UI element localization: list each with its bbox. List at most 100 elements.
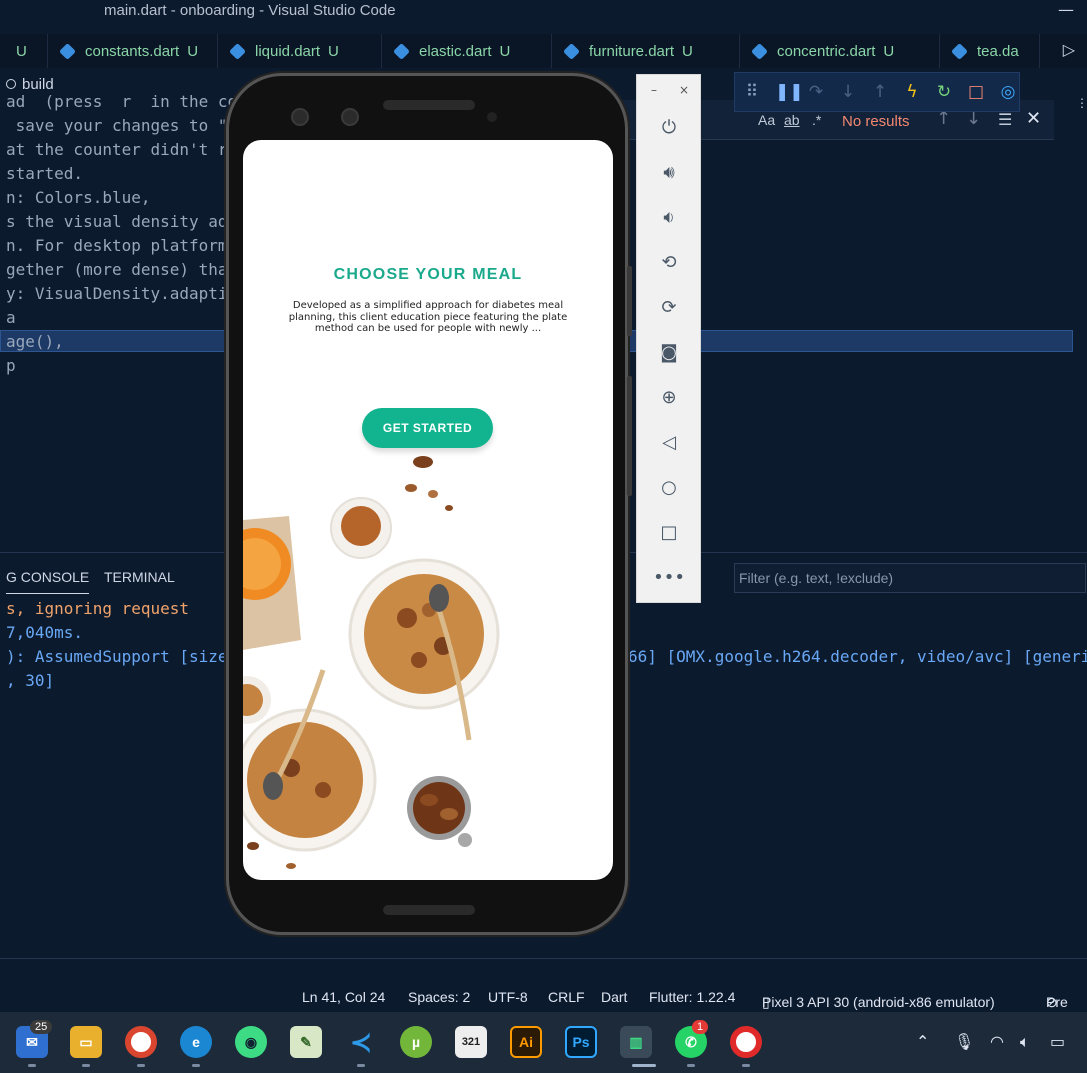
emulator-icon[interactable]: ▥: [620, 1026, 652, 1058]
get-started-button[interactable]: GET STARTED: [362, 408, 493, 448]
volume-down-icon[interactable]: 🔉︎: [655, 203, 683, 231]
top-speaker: [383, 100, 475, 110]
pause-icon[interactable]: ❚❚: [775, 82, 804, 102]
method-icon: [6, 79, 16, 89]
illustrator-icon[interactable]: Ai: [510, 1026, 542, 1058]
step-over-icon[interactable]: ↷: [807, 82, 825, 102]
emulator-toolbar: – × ⏻ 🔊︎ 🔉︎ ⟲ ⟳ ◙ ⊕ ◁ ○ □ •••: [636, 74, 701, 603]
volume-icon[interactable]: 🔈︎: [1020, 1032, 1030, 1052]
edge-icon[interactable]: e: [180, 1026, 212, 1058]
status-bar: Ln 41, Col 24 Spaces: 2 UTF-8 CRLF Dart …: [0, 984, 1087, 1012]
tab-terminal[interactable]: TERMINAL: [104, 569, 175, 585]
emulator-minimize-button[interactable]: –: [651, 83, 657, 97]
encoding[interactable]: UTF-8: [488, 989, 528, 1005]
tab-main[interactable]: U: [0, 34, 48, 68]
whole-word-toggle[interactable]: ab: [784, 112, 800, 128]
line-ending[interactable]: CRLF: [548, 989, 585, 1005]
tab-label: elastic.dart: [419, 42, 492, 60]
dart-file-icon: [393, 42, 410, 60]
running-indicator: [28, 1064, 36, 1067]
utorrent-icon[interactable]: µ: [400, 1026, 432, 1058]
tab-status: U: [187, 42, 199, 60]
cursor-position[interactable]: Ln 41, Col 24: [302, 989, 385, 1005]
overview-icon[interactable]: □: [655, 518, 683, 546]
indentation[interactable]: Spaces: 2: [408, 989, 470, 1005]
file-explorer-icon[interactable]: ▭: [70, 1026, 102, 1058]
tab-status: U: [16, 42, 27, 60]
minimap-indicator: ⋮: [1076, 96, 1087, 110]
chevron-up-icon[interactable]: ⌃: [916, 1032, 929, 1051]
running-indicator: [687, 1064, 695, 1067]
devtools-icon[interactable]: ◎: [999, 82, 1017, 102]
tab-label: liquid.dart: [255, 42, 321, 60]
running-indicator: [137, 1064, 145, 1067]
tab-tea[interactable]: tea.da: [940, 34, 1040, 68]
console-line: ): AssumedSupport [size: [6, 647, 228, 666]
tab-status: U: [499, 42, 511, 60]
photoshop-icon[interactable]: Ps: [565, 1026, 597, 1058]
minimize-button[interactable]: —: [1058, 0, 1074, 19]
tab-label: concentric.dart: [777, 42, 876, 60]
rotate-left-icon[interactable]: ⟲: [655, 248, 683, 276]
tab-furniture[interactable]: furniture.dart U: [552, 34, 740, 68]
close-icon[interactable]: ✕: [1026, 108, 1041, 129]
power-icon[interactable]: ⏻: [655, 113, 683, 141]
tab-elastic[interactable]: elastic.dart U: [382, 34, 552, 68]
active-indicator: [632, 1064, 656, 1067]
step-into-icon[interactable]: ↓: [839, 82, 857, 102]
match-case-toggle[interactable]: Aa: [758, 112, 775, 128]
title-bar: main.dart - onboarding - Visual Studio C…: [0, 0, 1087, 24]
tab-liquid[interactable]: liquid.dart U: [218, 34, 382, 68]
stop-icon[interactable]: □: [967, 82, 985, 102]
running-indicator: [357, 1064, 365, 1067]
drag-handle-icon[interactable]: ⠿: [743, 82, 761, 102]
zoom-icon[interactable]: ⊕: [655, 383, 683, 411]
notepad-icon[interactable]: ✎: [290, 1026, 322, 1058]
code-line: started.: [6, 164, 84, 183]
regex-toggle[interactable]: .*: [812, 112, 821, 128]
hot-reload-icon[interactable]: ϟ: [903, 82, 921, 102]
video-editor-icon[interactable]: 321: [455, 1026, 487, 1058]
recorder-icon[interactable]: [730, 1026, 762, 1058]
dart-file-icon: [563, 42, 580, 60]
tab-concentric[interactable]: concentric.dart U: [740, 34, 940, 68]
microphone-icon[interactable]: 🎙︎: [954, 1032, 974, 1051]
device-label: Pixel 3 API 30 (android-x86 emulator): [762, 994, 995, 1010]
find-in-selection-icon[interactable]: ☰: [998, 110, 1012, 129]
volume-up-icon[interactable]: 🔊︎: [655, 158, 683, 186]
tab-constants[interactable]: constants.dart U: [48, 34, 218, 68]
language-mode[interactable]: Dart: [601, 989, 627, 1005]
more-icon[interactable]: •••: [653, 563, 685, 591]
android-studio-icon[interactable]: ◉: [235, 1026, 267, 1058]
code-line: age(),: [6, 332, 64, 351]
code-line: n: Colors.blue,: [6, 188, 151, 207]
tab-status: U: [682, 42, 693, 60]
console-filter-input[interactable]: Filter (e.g. text, !exclude): [734, 563, 1086, 593]
code-line: a: [6, 308, 16, 327]
console-line: 7,040ms.: [6, 623, 84, 642]
emulator-close-button[interactable]: ×: [679, 83, 689, 97]
code-line: ad (press r in the co: [6, 92, 238, 111]
panel-divider: [0, 958, 1087, 959]
running-indicator: [82, 1064, 90, 1067]
mail-badge: 25: [30, 1020, 53, 1034]
vscode-icon[interactable]: ≺: [345, 1026, 377, 1058]
dart-file-icon: [951, 42, 968, 60]
flutter-version[interactable]: Flutter: 1.22.4: [649, 989, 735, 1005]
battery-icon[interactable]: ▭: [1050, 1032, 1065, 1051]
restart-icon[interactable]: ↻: [935, 82, 953, 102]
wifi-icon[interactable]: ◠: [990, 1032, 1004, 1051]
editor-tabs: U constants.dart U liquid.dart U elastic…: [0, 34, 1087, 68]
front-camera: [341, 108, 359, 126]
proximity-sensor: [487, 112, 497, 122]
home-icon[interactable]: ○: [655, 473, 683, 501]
step-out-icon[interactable]: ↑: [871, 82, 889, 102]
run-debug-icon[interactable]: ▷: [1063, 40, 1075, 59]
tab-debug-console[interactable]: G CONSOLE: [6, 569, 90, 594]
rotate-right-icon[interactable]: ⟳: [655, 293, 683, 321]
back-icon[interactable]: ◁: [655, 428, 683, 456]
camera-icon[interactable]: ◙: [655, 338, 683, 366]
chrome-icon[interactable]: [125, 1026, 157, 1058]
extra-label: Pre: [1046, 994, 1068, 1010]
tab-label: constants.dart: [85, 42, 180, 60]
